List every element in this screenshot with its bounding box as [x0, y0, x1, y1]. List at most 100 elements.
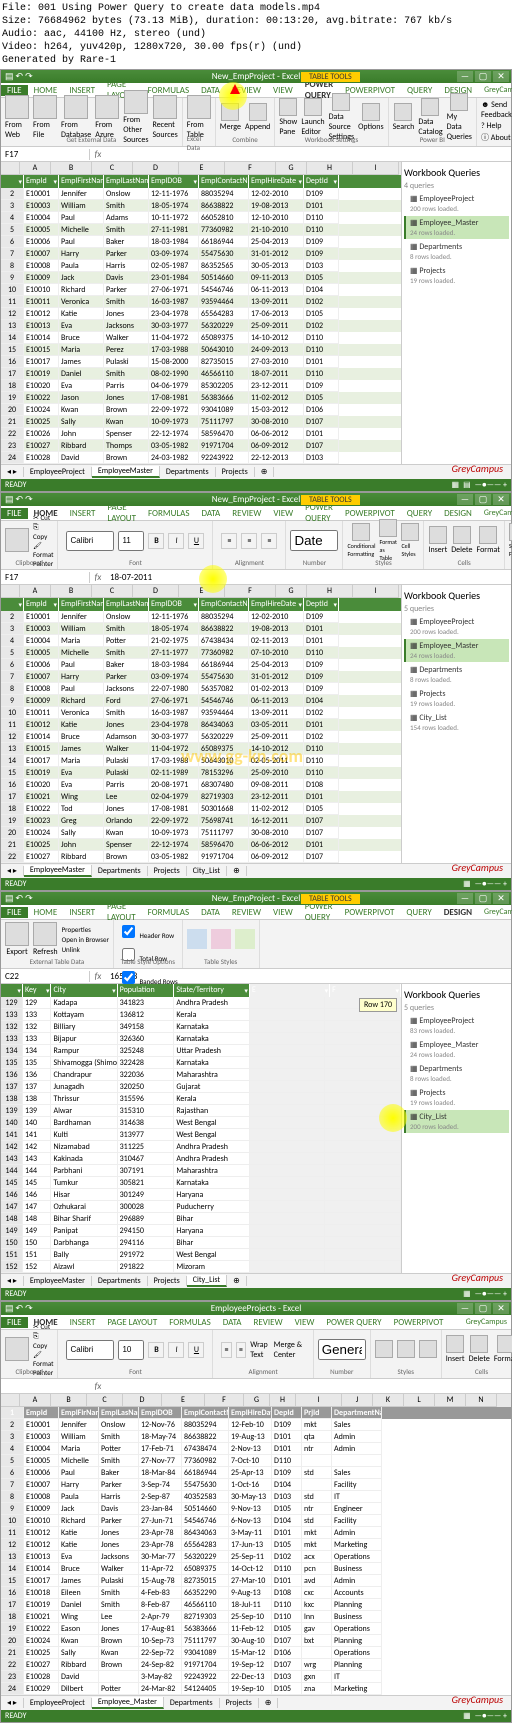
font-size-input[interactable] — [118, 531, 144, 551]
tab-insert[interactable]: INSERT — [64, 1317, 102, 1328]
from-table-button[interactable]: From Table — [187, 95, 211, 140]
sheet-tab[interactable]: EmployeeProject — [24, 467, 92, 477]
close-button[interactable]: ✕ — [493, 893, 509, 904]
table-row[interactable]: 13E10013EvaJacksons30-Mar-775632022925-S… — [1, 1551, 511, 1563]
table-row[interactable]: 22E10027RibbardBrown24-Sep-829197170419-… — [1, 1659, 511, 1671]
table-row[interactable]: 142142Nizamabad311225Andhra Pradesh — [1, 1141, 401, 1153]
table-row[interactable]: 133133Kottayam136812Kerala — [1, 1009, 401, 1021]
table-row[interactable]: 2E10001JenniferOnslow12-11-1976880352941… — [1, 611, 401, 623]
table-row[interactable]: 18E10020EvaParris04-06-19798530220523-12… — [1, 380, 401, 392]
font-name-input[interactable] — [66, 1340, 114, 1360]
sheet-tab[interactable]: EmployeeMaster — [92, 466, 160, 478]
table-row[interactable]: 14E10014BruceWalker11-04-19726508937514-… — [1, 332, 401, 344]
conditional-formatting-button[interactable] — [375, 1340, 393, 1358]
table-row[interactable]: 147147Ozhukarai300028Puducherry — [1, 1201, 401, 1213]
table-row[interactable]: 148148Bihar Sharif296889Bihar — [1, 1213, 401, 1225]
close-button[interactable]: ✕ — [493, 494, 509, 505]
table-row[interactable]: 15E10015MariaPerez17-03-19885064301024-0… — [1, 344, 401, 356]
query-item[interactable]: ▦ Employee_Master24 rows loaded. — [404, 216, 509, 239]
send-feedback-button[interactable]: ☻ Send Feedback — [481, 100, 512, 120]
worksheet-grid[interactable]: ABCDEFGHI EmpIdEmplFirstNameEmplLastName… — [1, 585, 401, 863]
tab-file[interactable]: FILE — [1, 1317, 28, 1328]
tab-review[interactable]: REVIEW — [248, 1317, 289, 1328]
view-normal-icon[interactable]: ▦ — [463, 1289, 471, 1299]
table-row[interactable]: 3E10003WilliamSmith18-05-19748663882219-… — [1, 200, 401, 212]
fx-icon[interactable]: fx — [90, 971, 106, 982]
zoom-slider[interactable]: —●—— + — [475, 480, 507, 490]
table-row[interactable]: 136136Chandrapur322036Maharashtra — [1, 1069, 401, 1081]
table-row[interactable]: 135135Shivamogga (Shimoga)322428Karnatak… — [1, 1057, 401, 1069]
tab-nav[interactable]: ◂ ▸ — [1, 467, 24, 477]
close-button[interactable]: ✕ — [493, 71, 509, 82]
table-row[interactable]: 151151Bally291972West Bengal — [1, 1249, 401, 1261]
name-box[interactable]: C22 — [1, 971, 90, 982]
table-row[interactable]: 11E10012KatieJones23-Apr-78864340633-May… — [1, 1527, 511, 1539]
wrap-text-button[interactable]: Wrap Text — [250, 1340, 269, 1360]
maximize-button[interactable]: ▢ — [475, 1303, 491, 1314]
maximize-button[interactable]: ▢ — [475, 71, 491, 82]
table-row[interactable]: 4E10004MariaPotter17-Feb-71674384742-Nov… — [1, 1443, 511, 1455]
sheet-tab[interactable]: EmployeeMaster — [24, 1276, 92, 1286]
minimize-button[interactable]: — — [457, 71, 473, 82]
table-row[interactable]: 3E10003WilliamSmith18-05-19748663882219-… — [1, 623, 401, 635]
sheet-tab[interactable]: Departments — [92, 866, 148, 876]
table-row[interactable]: 16E10018EileenSmith4-Feb-83663522909-Aug… — [1, 1587, 511, 1599]
format-cells-button[interactable]: Format — [477, 526, 500, 555]
format-as-table-button[interactable] — [397, 1340, 415, 1358]
table-row[interactable]: 149149Panipat294150Haryana — [1, 1225, 401, 1237]
table-row[interactable]: 20E10024KwanBrown10-Sep-737511179730-Aug… — [1, 1635, 511, 1647]
tab-file[interactable]: FILE — [1, 907, 28, 918]
table-row[interactable]: 21E10025SallyKwan22-Sep-729304108915-Mar… — [1, 1647, 511, 1659]
table-row[interactable]: 16E10020EvaParris20-08-19716830748009-08… — [1, 779, 401, 791]
query-item[interactable]: ▦ Departments8 rows loaded. — [404, 663, 509, 686]
table-row[interactable]: 3E10003WilliamSmith18-May-748663882219-A… — [1, 1431, 511, 1443]
view-normal-icon[interactable]: ▦ — [463, 1711, 471, 1721]
query-item[interactable]: ▦ Projects19 rows loaded. — [404, 687, 509, 710]
sheet-tab[interactable]: EmployeeMaster — [24, 865, 92, 877]
account-label[interactable]: GreyCampus — [478, 85, 512, 95]
table-row[interactable]: 7E10007HarryParker03-09-19745547563031-0… — [1, 671, 401, 683]
tab-data[interactable]: DATA — [195, 907, 226, 918]
table-row[interactable]: 10E10010RichardParker27-06-1971545467460… — [1, 284, 401, 296]
table-row[interactable]: 16E10017JamesPulaski15-08-20008273501527… — [1, 356, 401, 368]
table-row[interactable]: 6E10006PaulBaker18-Mar-846618694425-Apr-… — [1, 1467, 511, 1479]
maximize-button[interactable]: ▢ — [475, 893, 491, 904]
table-header[interactable]: EmpIdEmplFirstNameEmplLastNameEmplDOBEmp… — [1, 175, 401, 188]
append-button[interactable]: Append — [245, 103, 270, 132]
from-azure-button[interactable]: From Azure — [95, 95, 119, 140]
tab-insert[interactable]: INSERT — [64, 508, 102, 519]
align-left-button[interactable]: ≡ — [221, 533, 237, 549]
worksheet-grid[interactable]: ABCDEFGHI EmpIdEmplFirstNameEmplLastName… — [1, 162, 401, 464]
tab-review[interactable]: REVIEW — [226, 508, 267, 519]
open-browser-button[interactable]: Open in Browser — [62, 935, 109, 944]
bold-button[interactable]: B — [148, 1342, 164, 1358]
table-row[interactable]: 140140Bardhaman314638West Bengal — [1, 1117, 401, 1129]
tab-nav[interactable]: ◂ ▸ — [1, 1276, 24, 1286]
sheet-tab[interactable]: Projects — [220, 1698, 259, 1708]
table-row[interactable]: 9E10009JackDavis23-01-19845051466009-11-… — [1, 272, 401, 284]
bold-button[interactable]: B — [148, 533, 164, 549]
format-cells-button[interactable]: Format — [494, 1335, 512, 1364]
maximize-button[interactable]: ▢ — [475, 494, 491, 505]
tab-query[interactable]: QUERY — [401, 508, 438, 519]
table-row[interactable]: 13E10013EvaJacksons30-03-19775632022925-… — [1, 320, 401, 332]
query-item[interactable]: ▦ EmployeeProject200 rows loaded. — [404, 615, 509, 638]
table-style-option[interactable] — [187, 929, 207, 949]
table-row[interactable]: 7E10007HarryParker3-Sep-74554756301-Oct-… — [1, 1479, 511, 1491]
table-style-option[interactable] — [235, 929, 255, 949]
table-row[interactable]: 15E10019EvaPulaski02-11-19897815329625-0… — [1, 767, 401, 779]
cell-styles-button[interactable] — [419, 1340, 437, 1358]
table-row[interactable]: 18E10021WingLee2-Apr-798271930325-Sep-10… — [1, 1611, 511, 1623]
query-item[interactable]: ▦ EmployeeProject83 rows loaded. — [404, 1014, 509, 1037]
table-row[interactable]: 12E10012KatieJones23-04-19786556428317-0… — [1, 308, 401, 320]
table-row[interactable]: 137137Junagadh320250Gujarat — [1, 1081, 401, 1093]
table-row[interactable]: 9E10009RichardFord27-06-19715454674606-1… — [1, 695, 401, 707]
table-row[interactable]: 23E10028David3-May-829224392222-Dec-13D1… — [1, 1671, 511, 1683]
cell-styles-button[interactable]: Cell Styles — [401, 523, 419, 558]
copy-button[interactable]: ⎘ Copy — [33, 522, 53, 541]
query-item[interactable]: ▦ Projects19 rows loaded. — [404, 264, 509, 287]
cut-button[interactable]: ✂ Cut — [33, 1322, 53, 1331]
insert-cells-button[interactable]: Insert — [428, 526, 447, 555]
table-row[interactable]: 21E10025JohnSpenser22-12-19745859647006-… — [1, 839, 401, 851]
table-row[interactable]: 19E10022EasonJones17-Aug-815638366611-Fe… — [1, 1623, 511, 1635]
